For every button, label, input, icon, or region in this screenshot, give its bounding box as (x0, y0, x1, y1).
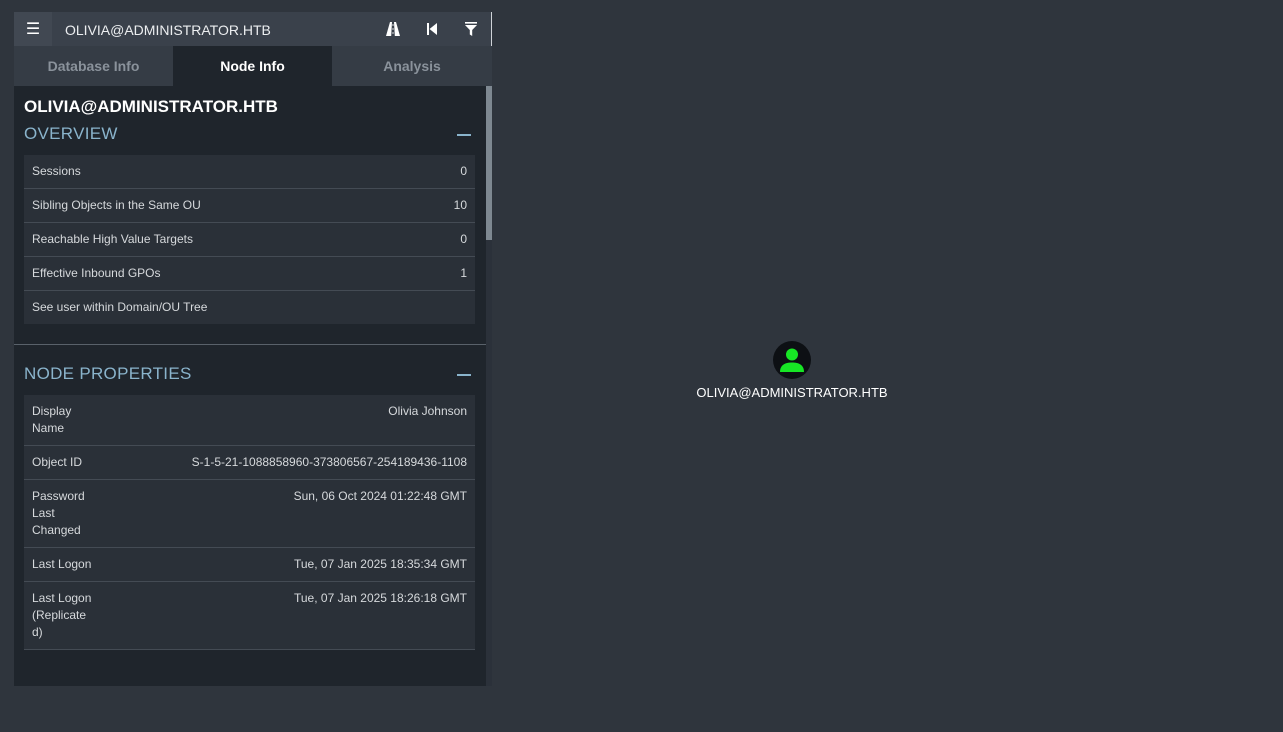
overview-title: OVERVIEW (24, 124, 118, 143)
node-properties-title: NODE PROPERTIES (24, 364, 192, 383)
property-label: Last Logon (Replicated) (32, 591, 92, 639)
property-value: S-1-5-21-1088858960-373806567-254189436-… (191, 455, 467, 469)
node-properties-table: Display Name Olivia Johnson Object ID S-… (24, 395, 475, 650)
overview-table: Sessions 0 Sibling Objects in the Same O… (24, 155, 475, 324)
section-divider (14, 344, 486, 345)
row-value: 0 (460, 164, 467, 178)
node-info-content[interactable]: OLIVIA@ADMINISTRATOR.HTB OVERVIEW Sessio… (14, 86, 486, 686)
tab-bar: Database Info Node Info Analysis (14, 46, 492, 86)
row-value: 10 (453, 198, 467, 212)
property-label: Last Logon (32, 557, 92, 571)
tab-node-info[interactable]: Node Info (173, 46, 332, 86)
row-value: 0 (460, 232, 467, 246)
search-input[interactable] (65, 21, 365, 39)
property-row-object-id: Object ID S-1-5-21-1088858960-373806567-… (24, 446, 475, 480)
back-button[interactable] (415, 12, 449, 46)
overview-row-high-value-targets[interactable]: Reachable High Value Targets 0 (24, 223, 475, 257)
property-value: Tue, 07 Jan 2025 18:26:18 GMT (294, 591, 467, 605)
search-bar: ☰ (14, 12, 492, 46)
row-label: Reachable High Value Targets (32, 232, 193, 246)
graph-node-label: OLIVIA@ADMINISTRATOR.HTB (696, 385, 888, 400)
filter-button[interactable] (454, 12, 488, 46)
filter-icon (465, 22, 477, 36)
overview-row-inbound-gpos[interactable]: Effective Inbound GPOs 1 (24, 257, 475, 291)
property-label: Display Name (32, 404, 72, 435)
tab-database-info[interactable]: Database Info (14, 46, 173, 86)
property-row-display-name: Display Name Olivia Johnson (24, 395, 475, 446)
property-value: Olivia Johnson (388, 404, 467, 418)
node-properties-header[interactable]: NODE PROPERTIES (24, 364, 475, 386)
property-row-last-logon-replicated: Last Logon (Replicated) Tue, 07 Jan 2025… (24, 582, 475, 650)
graph-node[interactable] (773, 341, 811, 379)
tab-analysis[interactable]: Analysis (332, 46, 492, 86)
property-value: Sun, 06 Oct 2024 01:22:48 GMT (293, 489, 467, 503)
property-value: Tue, 07 Jan 2025 18:35:34 GMT (294, 557, 467, 571)
pathfinding-button[interactable] (376, 12, 410, 46)
overview-row-sessions[interactable]: Sessions 0 (24, 155, 475, 189)
property-row-password-last-changed: Password Last Changed Sun, 06 Oct 2024 0… (24, 480, 475, 548)
property-label: Password Last Changed (32, 489, 85, 537)
scrollbar[interactable] (486, 86, 492, 686)
row-label: Sessions (32, 164, 81, 178)
row-label: See user within Domain/OU Tree (32, 300, 208, 314)
collapse-icon[interactable] (457, 134, 471, 136)
overview-row-domain-tree[interactable]: See user within Domain/OU Tree (24, 291, 475, 324)
collapse-icon[interactable] (457, 374, 471, 376)
user-icon (780, 348, 804, 372)
row-value: 1 (460, 266, 467, 280)
scrollbar-thumb[interactable] (486, 86, 492, 240)
road-icon (386, 22, 400, 36)
overview-header[interactable]: OVERVIEW (24, 124, 475, 146)
menu-button[interactable]: ☰ (14, 12, 52, 46)
node-info-panel: ☰ Database Info Node I (14, 12, 492, 686)
property-row-last-logon: Last Logon Tue, 07 Jan 2025 18:35:34 GMT (24, 548, 475, 582)
row-label: Effective Inbound GPOs (32, 266, 161, 280)
node-title: OLIVIA@ADMINISTRATOR.HTB (24, 97, 278, 116)
hamburger-icon: ☰ (25, 21, 41, 38)
overview-row-siblings[interactable]: Sibling Objects in the Same OU 10 (24, 189, 475, 223)
row-label: Sibling Objects in the Same OU (32, 198, 201, 212)
step-backward-icon (427, 23, 437, 35)
property-label: Object ID (32, 455, 83, 469)
